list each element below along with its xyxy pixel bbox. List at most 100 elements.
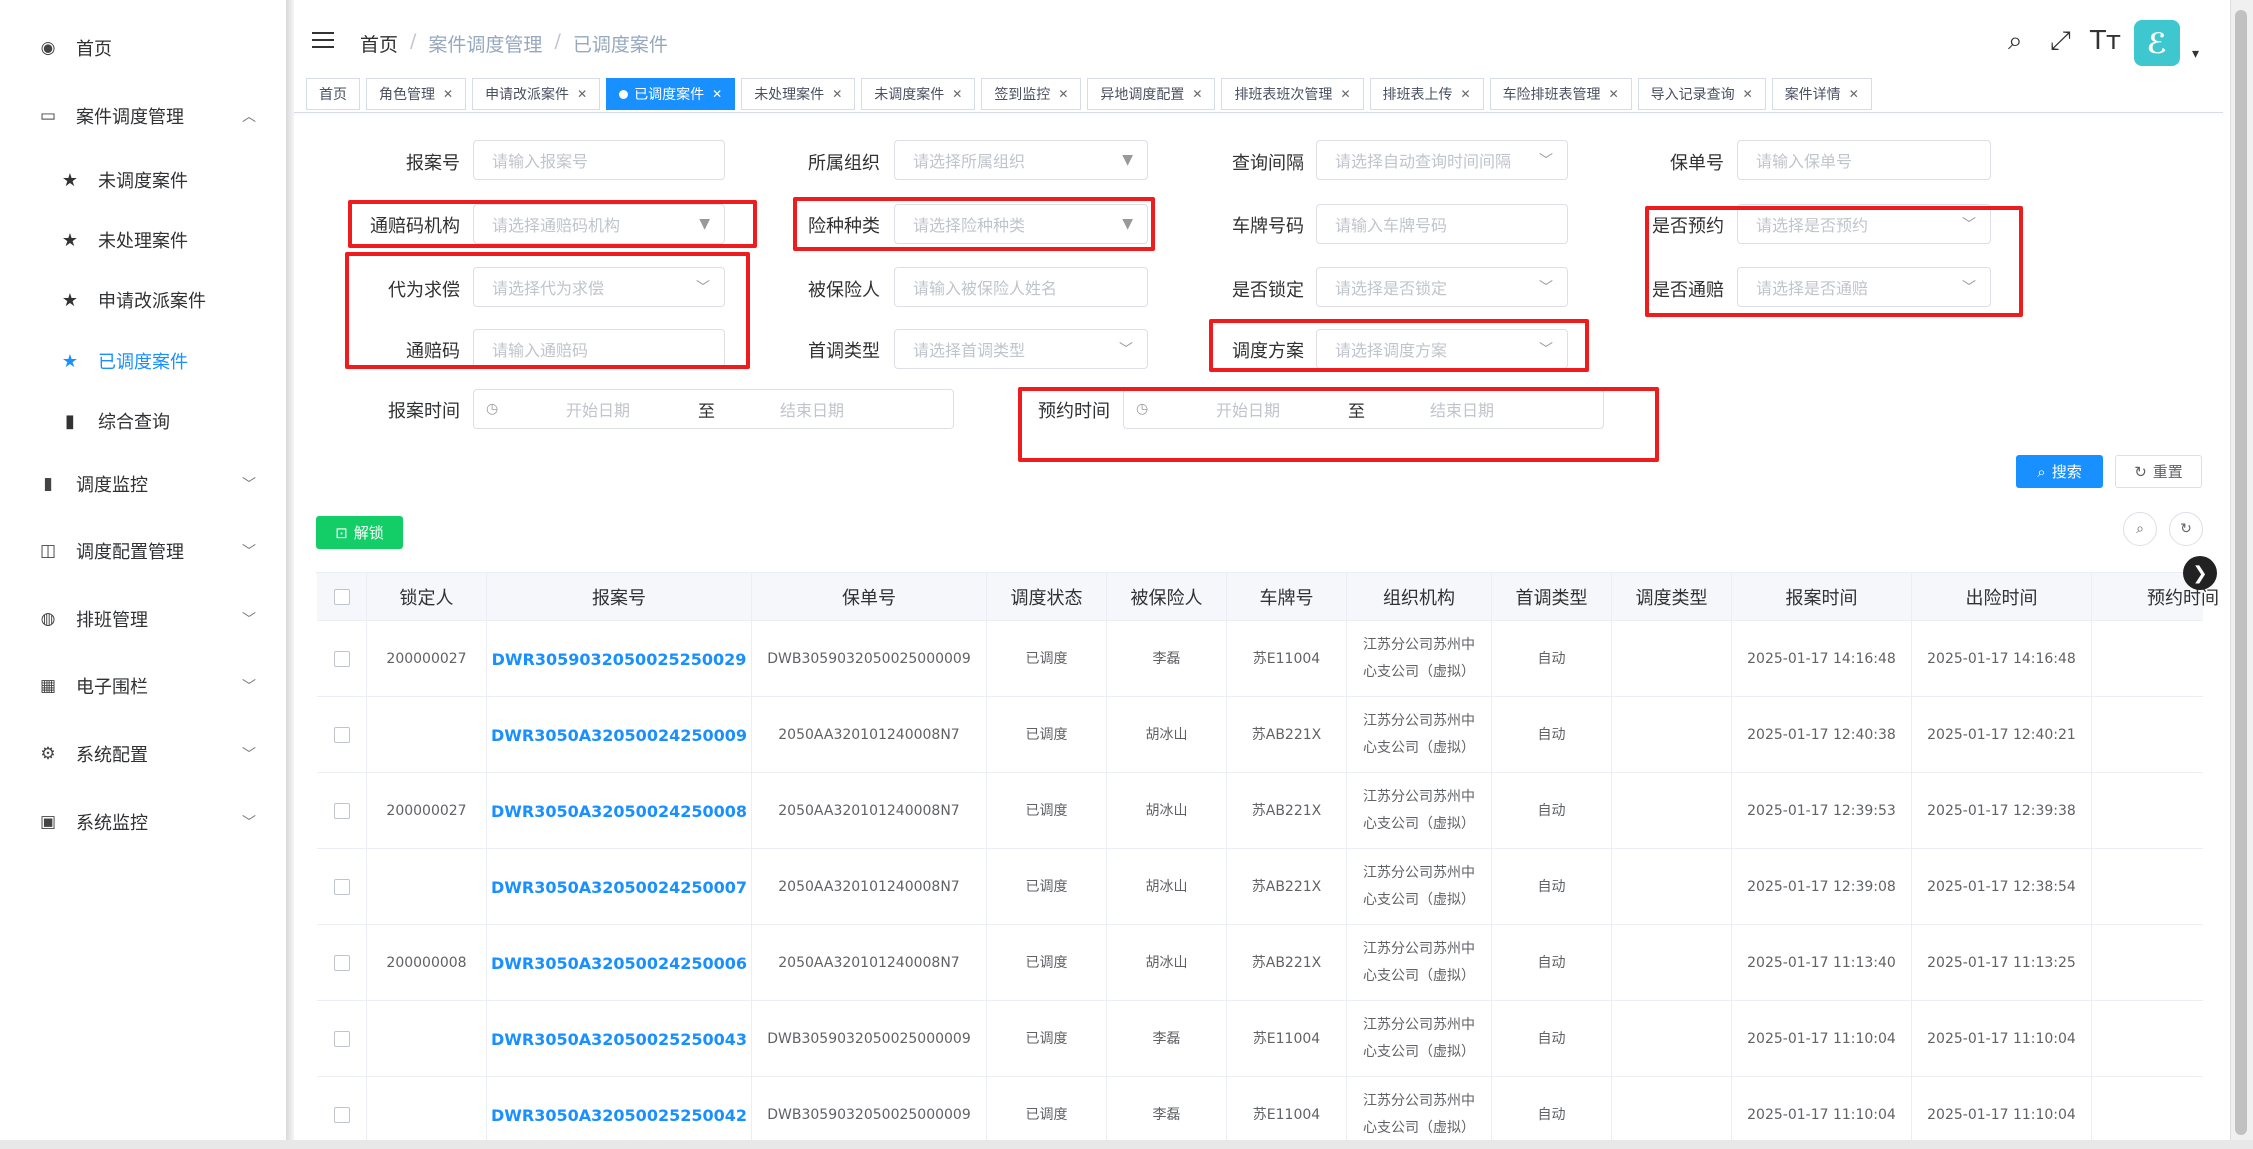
close-icon[interactable]: ✕ bbox=[1340, 87, 1350, 101]
row-checkbox[interactable] bbox=[333, 1107, 350, 1123]
tab-shift-management[interactable]: 排班表班次管理 ✕ bbox=[1221, 78, 1364, 110]
table-row[interactable]: 200000027 DWR3059032050025250029 DWB305903… bbox=[317, 621, 2203, 697]
page-scrollbar[interactable] bbox=[2230, 0, 2253, 1149]
cell-report-no[interactable]: DWR3050A32050024250008 bbox=[487, 773, 752, 849]
scrollbar-thumb[interactable] bbox=[2235, 10, 2247, 1135]
close-icon[interactable]: ✕ bbox=[443, 87, 453, 101]
breadcrumb-item[interactable]: 案件调度管理 bbox=[428, 30, 542, 57]
fullscreen-icon[interactable]: ⤢ bbox=[2050, 26, 2071, 57]
row-checkbox[interactable] bbox=[333, 1031, 350, 1047]
tab-schedule-upload[interactable]: 排班表上传 ✕ bbox=[1369, 78, 1484, 110]
sidebar-subitem-undispatched[interactable]: ★ 未调度案件 bbox=[0, 150, 286, 210]
sidebar-item-dispatch-monitor[interactable]: ▮ 调度监控 ﹀ bbox=[0, 454, 286, 514]
refresh-button[interactable]: ↻ bbox=[2169, 512, 2203, 546]
tab-undispatched-cases[interactable]: 未调度案件 ✕ bbox=[861, 78, 976, 110]
sidebar-subitem-dispatched[interactable]: ★ 已调度案件 bbox=[0, 331, 286, 391]
scroll-right-icon[interactable]: ❯ bbox=[2183, 556, 2217, 590]
row-checkbox[interactable] bbox=[333, 727, 350, 743]
toggle-search-button[interactable]: ⌕ bbox=[2123, 512, 2157, 546]
tab-unprocessed-cases[interactable]: 未处理案件 ✕ bbox=[741, 78, 856, 110]
table-row[interactable]: 200000008 DWR3050A32050024250006 2050AA320… bbox=[317, 925, 2203, 1001]
cell-report-time: 2025-01-17 12:40:38 bbox=[1732, 697, 1912, 773]
label-org: 所属组织 bbox=[808, 153, 880, 174]
tab-import-records[interactable]: 导入记录查询 ✕ bbox=[1637, 78, 1766, 110]
search-button[interactable]: ⌕ 搜索 bbox=[2016, 455, 2103, 488]
plate-input[interactable]: 请输入车牌号码 bbox=[1316, 204, 1568, 244]
sidebar-item-home[interactable]: ◉ 首页 bbox=[0, 18, 286, 78]
table-row[interactable]: DWR3050A32050024250007 2050AA320101240008… bbox=[317, 849, 2203, 925]
tab-dispatched-cases[interactable]: 已调度案件 ✕ bbox=[606, 78, 736, 110]
sidebar-subitem-reassign[interactable]: ★ 申请改派案件 bbox=[0, 270, 286, 330]
unlock-button[interactable]: ⊡ 解锁 bbox=[316, 516, 403, 549]
sidebar-item-system-config[interactable]: ⚙ 系统配置 ﹀ bbox=[0, 724, 286, 784]
cell-status: 已调度 bbox=[987, 1001, 1107, 1077]
report-no-input[interactable]: 请输入报案号 bbox=[473, 140, 725, 180]
column-header: 保单号 bbox=[752, 573, 987, 621]
close-icon[interactable]: ✕ bbox=[1743, 87, 1753, 101]
org-select[interactable]: 请选择所属组织 ▼ bbox=[894, 140, 1148, 180]
cell-report-no[interactable]: DWR3050A32050024250009 bbox=[487, 697, 752, 773]
close-icon[interactable]: ✕ bbox=[712, 87, 722, 101]
tab-home[interactable]: 首页 bbox=[306, 78, 360, 110]
close-icon[interactable]: ✕ bbox=[1849, 87, 1859, 101]
sidebar-subitem-unprocessed[interactable]: ★ 未处理案件 bbox=[0, 210, 286, 270]
sidebar-item-label: 综合查询 bbox=[98, 412, 170, 433]
sidebar-item-geofence[interactable]: ▦ 电子围栏 ﹀ bbox=[0, 656, 286, 716]
cell-report-no[interactable]: DWR3050A32050024250007 bbox=[487, 849, 752, 925]
font-size-icon[interactable]: Tт bbox=[2090, 26, 2121, 56]
sidebar-item-label: 首页 bbox=[76, 39, 112, 60]
search-icon: ⌕ bbox=[2037, 462, 2046, 481]
close-icon[interactable]: ✕ bbox=[832, 87, 842, 101]
caret-down-icon[interactable]: ▾ bbox=[2192, 46, 2199, 62]
cell-report-no[interactable]: DWR3050A32050025250043 bbox=[487, 1001, 752, 1077]
tab-label: 首页 bbox=[319, 87, 347, 103]
close-icon[interactable]: ✕ bbox=[577, 87, 587, 101]
tab-remote-dispatch[interactable]: 异地调度配置 ✕ bbox=[1087, 78, 1216, 110]
tab-checkin-monitor[interactable]: 签到监控 ✕ bbox=[981, 78, 1082, 110]
end-date-placeholder[interactable]: 结束日期 bbox=[780, 397, 844, 421]
row-checkbox[interactable] bbox=[333, 803, 350, 819]
table-row[interactable]: 200000027 DWR3050A32050024250008 2050AA320… bbox=[317, 773, 2203, 849]
sidebar-item-case-dispatch[interactable]: ▭ 案件调度管理 ︿ bbox=[0, 86, 286, 146]
close-icon[interactable]: ✕ bbox=[1192, 87, 1202, 101]
insured-input[interactable]: 请输入被保险人姓名 bbox=[894, 267, 1148, 307]
sidebar-subitem-query[interactable]: ▮ 综合查询 bbox=[0, 391, 286, 451]
tab-auto-schedule[interactable]: 车险排班表管理 ✕ bbox=[1489, 78, 1632, 110]
table-row[interactable]: DWR3050A32050024250009 2050AA320101240008… bbox=[317, 697, 2203, 773]
select-all-checkbox[interactable] bbox=[333, 589, 350, 605]
cell-report-no[interactable]: DWR3050A32050024250006 bbox=[487, 925, 752, 1001]
close-icon[interactable]: ✕ bbox=[1609, 87, 1619, 101]
cell-reserve-time bbox=[2092, 1077, 2253, 1149]
search-icon[interactable]: ⌕ bbox=[2008, 26, 2023, 57]
close-icon[interactable]: ✕ bbox=[1461, 87, 1471, 101]
close-icon[interactable]: ✕ bbox=[952, 87, 962, 101]
tab-role-management[interactable]: 角色管理 ✕ bbox=[366, 78, 467, 110]
first-dispatch-select[interactable]: 请选择首调类型 ﹀ bbox=[894, 329, 1148, 369]
breadcrumb-item[interactable]: 首页 bbox=[360, 30, 398, 57]
cell-insured: 李磊 bbox=[1107, 1077, 1227, 1149]
menu-toggle-icon[interactable] bbox=[312, 32, 334, 50]
is-locked-select[interactable]: 请选择是否锁定 ﹀ bbox=[1316, 267, 1568, 307]
row-checkbox[interactable] bbox=[333, 955, 350, 971]
tab-reassign-cases[interactable]: 申请改派案件 ✕ bbox=[472, 78, 601, 110]
sidebar-item-system-monitor[interactable]: ▣ 系统监控 ﹀ bbox=[0, 792, 286, 852]
sidebar-item-dispatch-config[interactable]: ◫ 调度配置管理 ﹀ bbox=[0, 521, 286, 581]
chevron-down-icon: ﹀ bbox=[242, 477, 256, 493]
policy-no-input[interactable]: 请输入保单号 bbox=[1737, 140, 1991, 180]
row-checkbox[interactable] bbox=[333, 879, 350, 895]
cell-report-no[interactable]: DWR3050A32050025250042 bbox=[487, 1077, 752, 1149]
row-checkbox[interactable] bbox=[333, 651, 350, 667]
sidebar-item-schedule[interactable]: ◍ 排班管理 ﹀ bbox=[0, 589, 286, 649]
close-icon[interactable]: ✕ bbox=[1058, 87, 1068, 101]
table-row[interactable]: DWR3050A32050025250042 DWB305903205002500… bbox=[317, 1077, 2203, 1149]
star-icon: ★ bbox=[61, 169, 79, 191]
avatar[interactable]: ℰ bbox=[2134, 20, 2180, 66]
table-row[interactable]: DWR3050A32050025250043 DWB305903205002500… bbox=[317, 1001, 2203, 1077]
query-interval-select[interactable]: 请选择自动查询时间间隔 ﹀ bbox=[1316, 140, 1568, 180]
report-time-range[interactable]: ◷ 开始日期 至 结束日期 bbox=[473, 389, 954, 429]
reset-button[interactable]: ↻ 重置 bbox=[2115, 455, 2202, 488]
cell-report-no[interactable]: DWR3059032050025250029 bbox=[487, 621, 752, 697]
start-date-placeholder[interactable]: 开始日期 bbox=[566, 397, 630, 421]
tab-case-detail[interactable]: 案件详情 ✕ bbox=[1771, 78, 1872, 110]
window-bottom-edge bbox=[0, 1140, 2253, 1149]
